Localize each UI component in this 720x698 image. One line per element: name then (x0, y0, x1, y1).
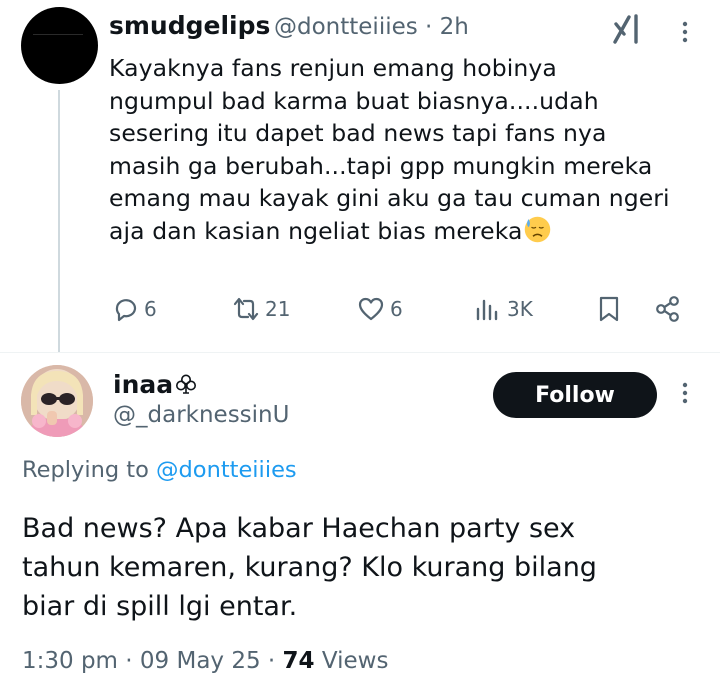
profile-photo (21, 365, 93, 437)
views-count: 74 (282, 648, 315, 674)
repost-icon[interactable] (232, 295, 260, 323)
tweet-text: Kayaknya fans renjun emang hobinya ngump… (109, 52, 709, 247)
more-options-icon[interactable] (677, 20, 693, 44)
display-name[interactable]: smudgelips (109, 11, 270, 40)
like-count: 6 (390, 297, 403, 321)
replying-prefix: Replying to (22, 457, 149, 483)
mention-link[interactable]: @dontteiiies (156, 457, 297, 483)
like-icon[interactable] (357, 295, 385, 323)
display-name-text: inaa (113, 370, 174, 399)
grok-icon[interactable] (611, 12, 645, 46)
reply-icon[interactable] (111, 295, 139, 323)
tweet-text: Bad news? Apa kabar Haechan party sex ta… (22, 513, 597, 622)
divider (0, 352, 720, 353)
views-label: Views (321, 648, 389, 674)
views-icon[interactable] (474, 295, 502, 323)
handle[interactable]: @_darknessinU (113, 402, 289, 428)
bookmark-icon[interactable] (595, 295, 623, 323)
avatar[interactable] (21, 365, 93, 437)
display-name[interactable]: inaa (113, 370, 197, 399)
reply-count: 6 (144, 297, 157, 321)
avatar[interactable] (21, 7, 98, 84)
share-icon[interactable] (654, 295, 682, 323)
replying-to: Replying to @dontteiiies (22, 457, 297, 483)
handle-and-time[interactable]: @dontteiiies · 2h (274, 14, 469, 40)
tweet-metadata: 1:30 pm · 09 May 25 · 74 Views (22, 648, 388, 674)
thread-line (58, 90, 60, 352)
club-icon (176, 374, 197, 394)
tweet-body-text: Kayaknya fans renjun emang hobinya ngump… (109, 54, 670, 245)
follow-button[interactable]: Follow (493, 372, 657, 418)
repost-count: 21 (265, 297, 291, 321)
more-options-icon[interactable] (677, 381, 693, 405)
sad-sweat-face-icon (524, 216, 550, 242)
views-count: 3K (507, 297, 533, 321)
timestamp[interactable]: 1:30 pm · 09 May 25 · (22, 648, 283, 674)
